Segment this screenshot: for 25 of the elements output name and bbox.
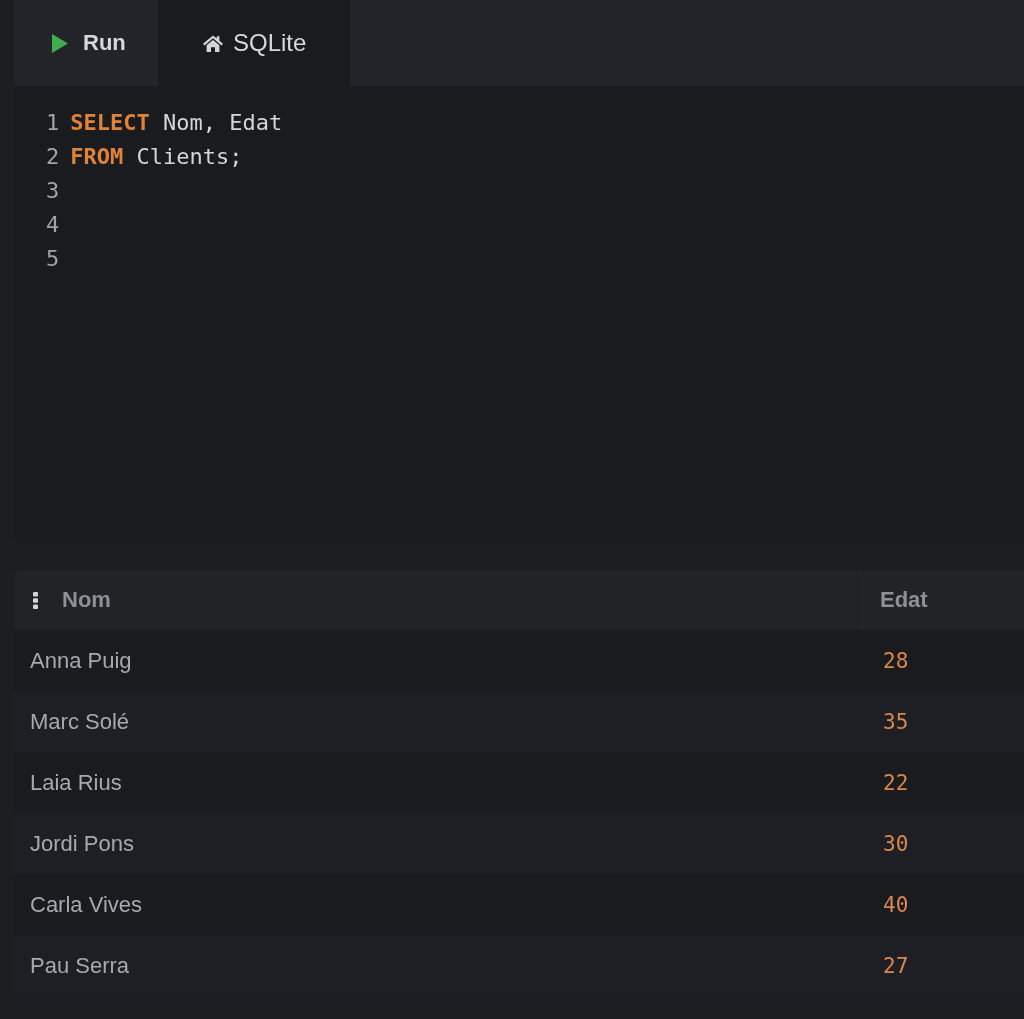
table-cell: 40 bbox=[883, 892, 909, 917]
table-cell: 35 bbox=[883, 709, 909, 734]
house-icon bbox=[203, 34, 223, 52]
line-number: 5 bbox=[46, 245, 60, 273]
table-cell: Anna Puig bbox=[30, 647, 132, 674]
editor-tab[interactable]: SQLite bbox=[158, 0, 350, 86]
table-cell: 27 bbox=[883, 953, 909, 978]
line-number: 3 bbox=[46, 177, 60, 205]
column-header[interactable]: Edat bbox=[857, 570, 1024, 630]
drag-handle-icon bbox=[33, 591, 38, 609]
code-line: FROM Clients; bbox=[70, 143, 243, 171]
table-cell: 28 bbox=[883, 648, 909, 673]
table-cell: Laia Rius bbox=[30, 769, 122, 796]
play-icon bbox=[52, 33, 68, 53]
table-cell: Carla Vives bbox=[30, 891, 143, 918]
line-number: 1 bbox=[46, 109, 60, 137]
column-header[interactable]: Nom bbox=[14, 570, 857, 630]
table-cell: 30 bbox=[883, 831, 909, 856]
table-cell: Jordi Pons bbox=[30, 830, 134, 857]
line-number: 4 bbox=[46, 211, 60, 239]
table-cell: Marc Solé bbox=[30, 708, 130, 735]
line-number: 2 bbox=[46, 143, 60, 171]
table-cell: 22 bbox=[883, 770, 909, 795]
table-cell: Pau Serra bbox=[30, 952, 130, 979]
code-line: SELECT Nom, Edat bbox=[70, 109, 283, 137]
